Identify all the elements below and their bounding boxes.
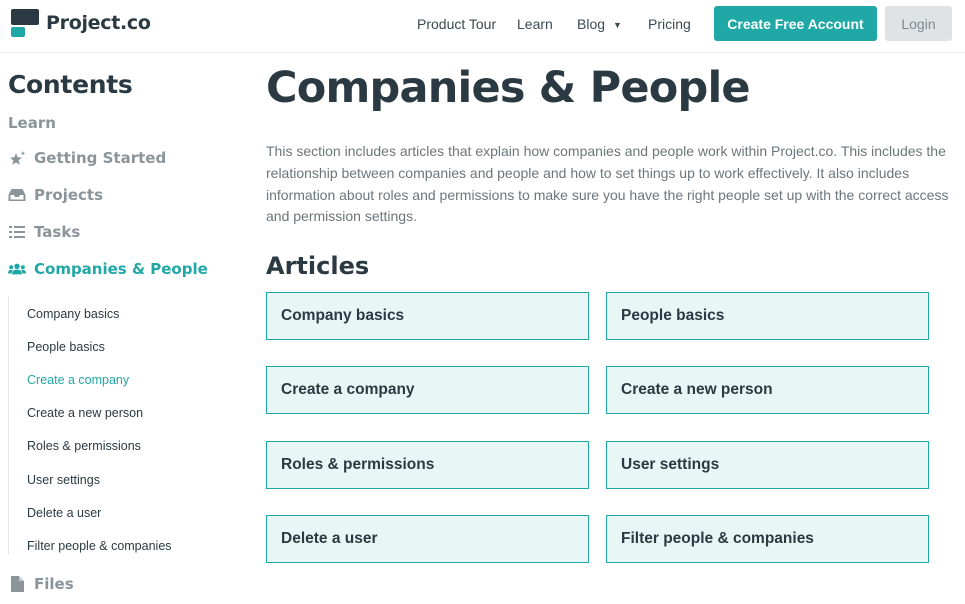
article-card-user-settings[interactable]: User settings — [606, 441, 929, 489]
article-card-people-basics[interactable]: People basics — [606, 292, 929, 340]
article-card-filter-people-companies[interactable]: Filter people & companies — [606, 515, 929, 563]
sidebar-item-tasks[interactable]: Tasks — [8, 223, 80, 241]
nav-product-tour[interactable]: Product Tour — [417, 16, 496, 32]
sidebar-item-companies-people[interactable]: Companies & People — [8, 260, 208, 278]
nav-learn[interactable]: Learn — [517, 16, 553, 32]
article-card-company-basics[interactable]: Company basics — [266, 292, 589, 340]
sub-item-delete-a-user[interactable]: Delete a user — [27, 506, 101, 520]
sidebar-item-projects[interactable]: Projects — [8, 186, 103, 204]
sub-item-user-settings[interactable]: User settings — [27, 473, 100, 487]
sub-item-create-a-new-person[interactable]: Create a new person — [27, 406, 143, 420]
nav-blog-label: Blog — [577, 16, 606, 32]
sparkle-star-icon — [8, 149, 26, 167]
sidebar-item-label: Getting Started — [34, 149, 167, 167]
create-free-account-button[interactable]: Create Free Account — [714, 6, 877, 41]
sub-item-filter-people-companies[interactable]: Filter people & companies — [27, 539, 172, 553]
sidebar-title: Contents — [8, 70, 133, 99]
sub-item-roles-permissions[interactable]: Roles & permissions — [27, 439, 141, 453]
caret-down-icon: ▼ — [613, 20, 622, 31]
sub-nav-list: Company basics People basics Create a co… — [8, 296, 208, 555]
sidebar-section-label: Learn — [8, 114, 56, 132]
inbox-tray-icon — [8, 186, 26, 204]
article-card-roles-permissions[interactable]: Roles & permissions — [266, 441, 589, 489]
checklist-icon — [8, 223, 26, 241]
people-group-icon — [8, 260, 26, 278]
sidebar-item-getting-started[interactable]: Getting Started — [8, 149, 166, 167]
sub-item-create-a-company[interactable]: Create a company — [27, 373, 129, 387]
logo[interactable]: Project.co — [11, 9, 151, 37]
sub-item-company-basics[interactable]: Company basics — [27, 307, 119, 321]
login-button[interactable]: Login — [885, 6, 952, 41]
sidebar-item-label: Files — [34, 575, 74, 593]
logo-text: Project.co — [46, 12, 151, 34]
sidebar-item-label: Tasks — [34, 223, 81, 241]
nav-blog[interactable]: Blog ▼ — [577, 16, 622, 32]
nav-pricing[interactable]: Pricing — [648, 16, 691, 32]
articles-heading: Articles — [266, 252, 370, 280]
intro-paragraph: This section includes articles that expl… — [266, 143, 949, 225]
logo-icon — [11, 9, 40, 37]
sidebar: Contents Learn Getting Started Projects … — [0, 53, 240, 604]
article-card-delete-a-user[interactable]: Delete a user — [266, 515, 589, 563]
page-title: Companies & People — [266, 63, 751, 113]
article-card-create-a-company[interactable]: Create a company — [266, 366, 589, 414]
top-header: Project.co Product Tour Learn Blog ▼ Pric… — [0, 0, 965, 53]
sidebar-item-files[interactable]: Files — [8, 575, 74, 593]
article-card-create-a-new-person[interactable]: Create a new person — [606, 366, 929, 414]
sidebar-item-label: Projects — [34, 186, 104, 204]
sidebar-item-label: Companies & People — [34, 260, 208, 278]
sub-item-people-basics[interactable]: People basics — [27, 340, 105, 354]
file-icon — [8, 575, 26, 593]
